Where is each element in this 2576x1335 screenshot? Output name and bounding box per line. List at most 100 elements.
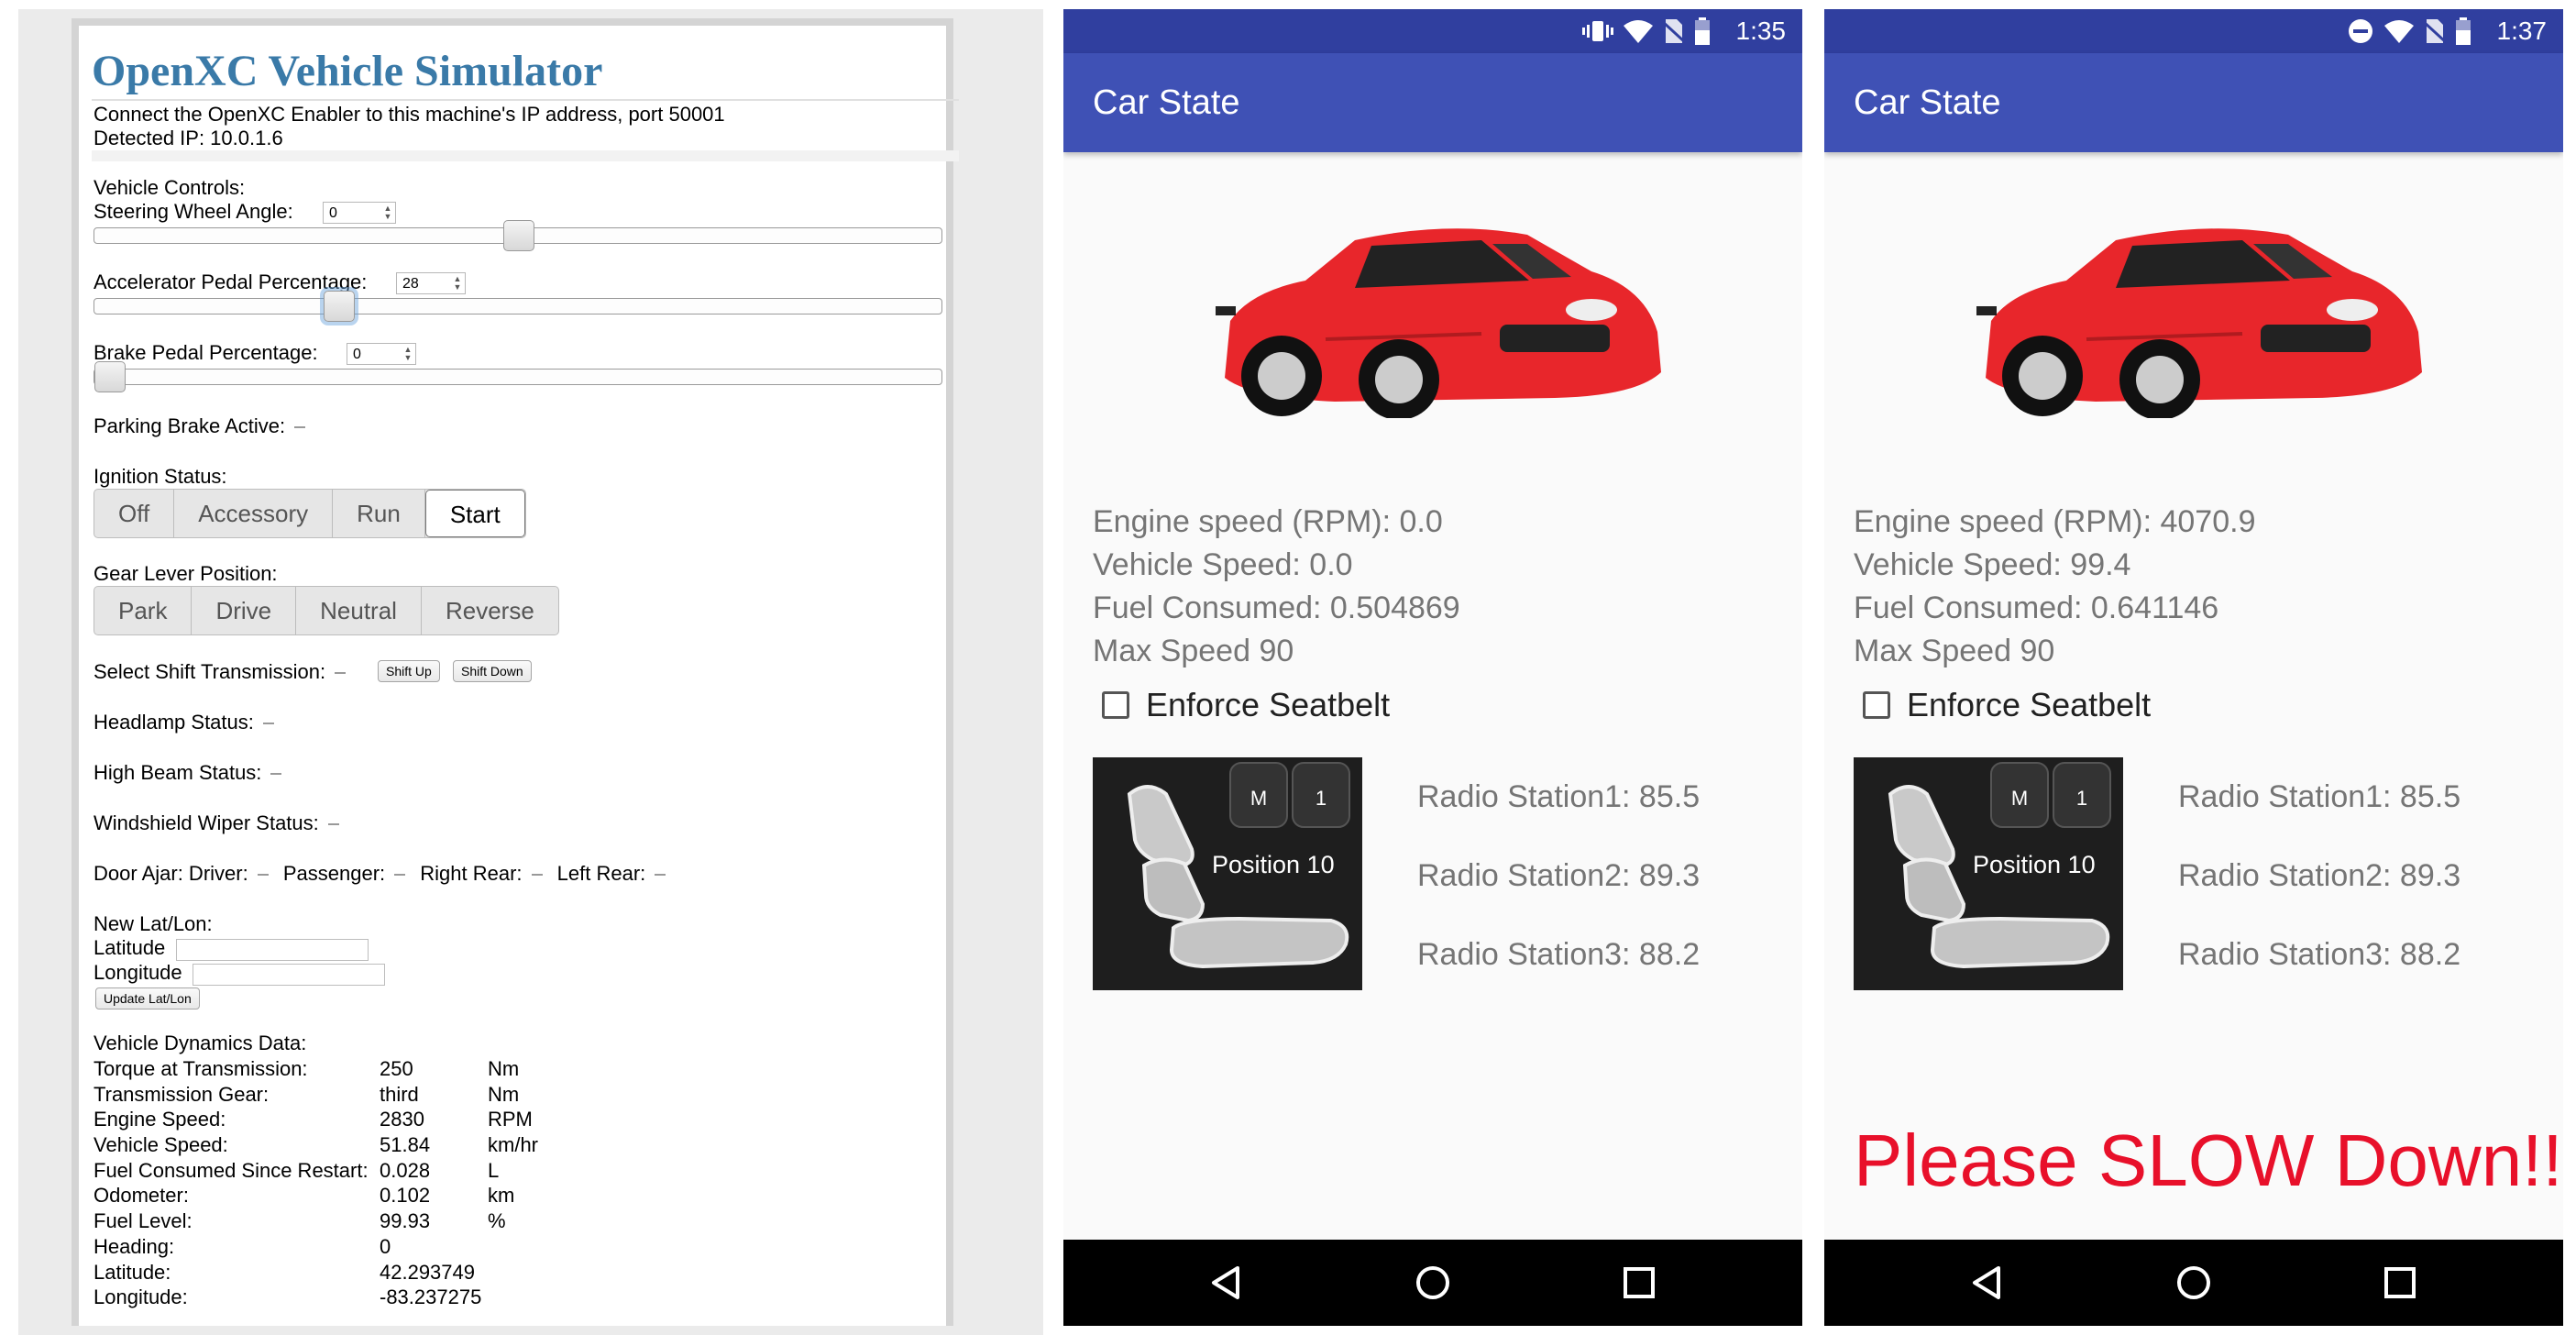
ignition-segmented-control: Off Accessory Run Start bbox=[94, 489, 526, 538]
radio-station-3: Radio Station3: 88.2 bbox=[2178, 937, 2461, 972]
dynamics-value-cell: 42.293749 bbox=[380, 1260, 475, 1284]
status-bar: 1:37 bbox=[1824, 9, 2563, 53]
dynamics-value-cell: 0.102 bbox=[380, 1184, 431, 1208]
seatbelt-checkbox[interactable] bbox=[1102, 691, 1129, 719]
home-icon[interactable] bbox=[2175, 1264, 2212, 1301]
svg-text:M: M bbox=[1250, 787, 1267, 810]
seat-position-image: M 1 Position 10 bbox=[1854, 757, 2123, 990]
door-right-rear-value bbox=[531, 874, 543, 877]
app-bar: Car State bbox=[1063, 53, 1802, 152]
fuel-consumed-text: Fuel Consumed: 0.641146 bbox=[1854, 590, 2219, 625]
gear-reverse-button[interactable]: Reverse bbox=[422, 587, 558, 634]
door-passenger-label: Passenger: bbox=[282, 862, 386, 885]
back-icon[interactable] bbox=[1969, 1264, 2006, 1301]
app-title: Car State bbox=[1093, 83, 1240, 122]
wiper-label: Windshield Wiper Status: bbox=[94, 811, 319, 834]
wifi-icon bbox=[2384, 20, 2414, 43]
ignition-run-button[interactable]: Run bbox=[333, 490, 425, 537]
app-bar: Car State bbox=[1824, 53, 2563, 152]
new-latlon-label: New Lat/Lon: bbox=[94, 912, 213, 935]
slow-down-warning: Please SLOW Down!!! bbox=[1854, 1120, 2563, 1201]
accelerator-slider[interactable] bbox=[94, 291, 942, 322]
gear-park-button[interactable]: Park bbox=[94, 587, 193, 634]
gear-lever-segmented-control: Park Drive Neutral Reverse bbox=[94, 586, 559, 635]
ignition-label: Ignition Status: bbox=[94, 465, 227, 488]
dynamics-value-cell: 2830 bbox=[380, 1108, 424, 1131]
gear-neutral-button[interactable]: Neutral bbox=[296, 587, 422, 634]
recents-icon[interactable] bbox=[1621, 1264, 1657, 1301]
connect-instructions: Connect the OpenXC Enabler to this machi… bbox=[94, 103, 725, 126]
battery-icon bbox=[2456, 17, 2471, 45]
radio-station-2: Radio Station2: 89.3 bbox=[1417, 858, 1701, 893]
door-right-rear-label: Right Rear: bbox=[420, 862, 523, 885]
battery-icon bbox=[1695, 17, 1710, 45]
steering-slider-thumb[interactable] bbox=[503, 220, 534, 251]
wifi-icon bbox=[1624, 20, 1653, 43]
status-icons bbox=[2347, 17, 2471, 46]
seat-position-image: M 1 Position 10 bbox=[1093, 757, 1362, 990]
accelerator-input[interactable]: 28 ▲ ▼ bbox=[396, 272, 466, 294]
spinner-icon[interactable]: ▲ ▼ bbox=[452, 275, 463, 292]
vehicle-controls-label: Vehicle Controls: bbox=[94, 176, 246, 199]
navigation-bar bbox=[1063, 1240, 1802, 1326]
no-sim-icon bbox=[2424, 19, 2446, 44]
status-bar: 1:35 bbox=[1063, 9, 1802, 53]
enforce-seatbelt-row[interactable]: Enforce Seatbelt bbox=[1102, 686, 1390, 724]
navigation-bar bbox=[1824, 1240, 2563, 1326]
door-ajar-driver-label: Door Ajar: Driver: bbox=[94, 862, 248, 885]
red-car-image bbox=[1216, 228, 1661, 418]
gear-drive-button[interactable]: Drive bbox=[192, 587, 297, 634]
fuel-consumed-text: Fuel Consumed: 0.504869 bbox=[1093, 590, 1460, 625]
simulator-title: OpenXC Vehicle Simulator bbox=[92, 47, 603, 95]
phone-screen-1: 1:35 Car State Engine speed (RPM): 0.0 V… bbox=[1063, 9, 1802, 1326]
ignition-accessory-button[interactable]: Accessory bbox=[174, 490, 334, 537]
dynamics-value-cell: -83.237275 bbox=[380, 1285, 482, 1309]
enforce-seatbelt-row[interactable]: Enforce Seatbelt bbox=[1863, 686, 2151, 724]
steering-label: Steering Wheel Angle: bbox=[94, 200, 293, 223]
status-time: 1:35 bbox=[1735, 17, 1787, 45]
dynamics-value-cell: third bbox=[380, 1082, 419, 1106]
seat-position-label: Position 10 bbox=[1212, 851, 1335, 878]
dynamics-label-cell: Fuel Level: bbox=[94, 1209, 193, 1233]
longitude-label: Longitude bbox=[94, 961, 182, 984]
dynamics-value-cell: 99.93 bbox=[380, 1209, 431, 1233]
radio-station-1: Radio Station1: 85.5 bbox=[2178, 779, 2461, 814]
update-latlon-button[interactable]: Update Lat/Lon bbox=[95, 987, 200, 1010]
dynamics-value-cell: 0.028 bbox=[380, 1158, 431, 1182]
back-icon[interactable] bbox=[1208, 1264, 1245, 1301]
seatbelt-checkbox[interactable] bbox=[1863, 691, 1890, 719]
recents-icon[interactable] bbox=[2382, 1264, 2418, 1301]
home-icon[interactable] bbox=[1415, 1264, 1451, 1301]
svg-text:1: 1 bbox=[2076, 787, 2087, 810]
title-divider bbox=[92, 99, 959, 101]
shift-up-button[interactable]: Shift Up bbox=[378, 660, 440, 682]
brake-input[interactable]: 0 ▲ ▼ bbox=[347, 343, 416, 365]
brake-slider[interactable] bbox=[94, 361, 942, 392]
dynamics-value-cell: 0 bbox=[380, 1234, 391, 1258]
shift-down-button[interactable]: Shift Down bbox=[453, 660, 532, 682]
ignition-start-button[interactable]: Start bbox=[424, 490, 525, 537]
ignition-off-button[interactable]: Off bbox=[94, 490, 175, 537]
vibrate-icon bbox=[1582, 21, 1613, 41]
accelerator-slider-thumb[interactable] bbox=[324, 291, 355, 322]
longitude-input[interactable] bbox=[193, 964, 385, 986]
dynamics-unit-cell: RPM bbox=[488, 1108, 533, 1131]
status-time: 1:37 bbox=[2496, 17, 2548, 45]
wiper-value bbox=[327, 823, 339, 826]
seatbelt-label: Enforce Seatbelt bbox=[1907, 686, 2152, 723]
latitude-input[interactable] bbox=[176, 939, 369, 961]
status-icons bbox=[1582, 17, 1711, 46]
svg-text:M: M bbox=[2011, 787, 2028, 810]
steering-slider[interactable] bbox=[94, 220, 942, 251]
spinner-icon[interactable]: ▲ ▼ bbox=[382, 204, 393, 221]
door-left-rear-label: Left Rear: bbox=[556, 862, 646, 885]
door-ajar-row: Door Ajar: Driver: Passenger: Right Rear… bbox=[94, 862, 666, 886]
steering-input[interactable]: 0 ▲ ▼ bbox=[323, 202, 396, 224]
headlamp-label: Headlamp Status: bbox=[94, 711, 254, 734]
dynamics-label: Vehicle Dynamics Data: bbox=[94, 1032, 307, 1054]
spinner-icon[interactable]: ▲ ▼ bbox=[402, 346, 413, 362]
phone-screen-2: 1:37 Car State Engine speed (RPM): 4070.… bbox=[1824, 9, 2563, 1326]
dynamics-label-cell: Odometer: bbox=[94, 1184, 189, 1208]
parking-brake-row: Parking Brake Active: bbox=[94, 414, 306, 438]
brake-slider-thumb[interactable] bbox=[94, 361, 126, 392]
